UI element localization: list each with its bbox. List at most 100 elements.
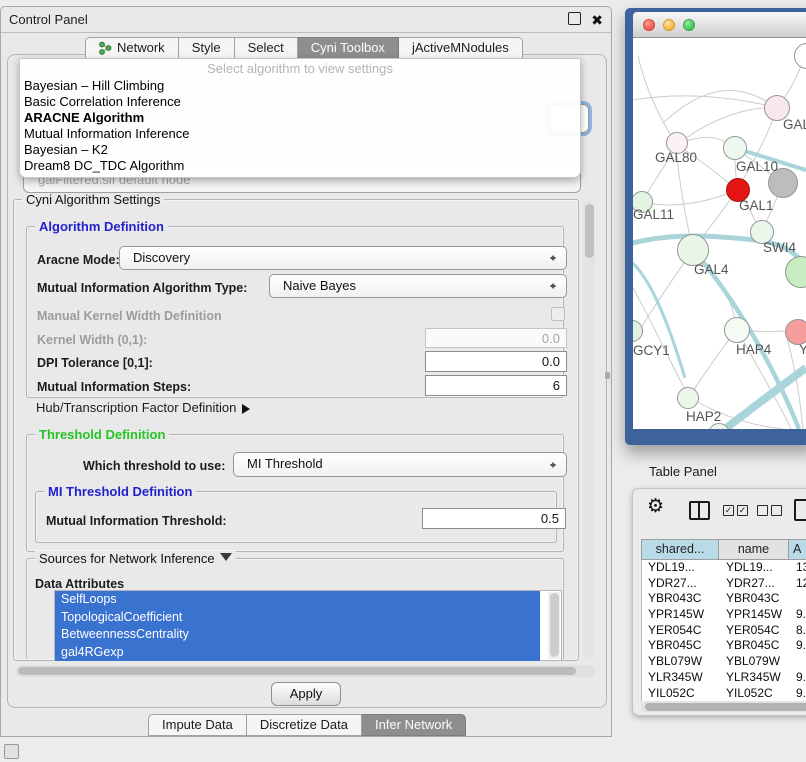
settings-horizontal-scrollbar[interactable] [15,665,595,677]
node-label: GAL80 [655,150,697,165]
cyni-settings-title: Cyni Algorithm Settings [22,192,164,207]
dock-panel-icon[interactable] [4,744,19,759]
gear-icon[interactable]: ⚙ [647,495,664,517]
split-pane-handle[interactable] [605,372,610,379]
algorithm-definition-group: Algorithm Definition Aracne Mode: Discov… [26,226,564,398]
node-label: GAL1 [739,198,774,213]
dropdown-item[interactable]: Bayesian – Hill Climbing [20,78,580,94]
table-horizontal-scrollbar[interactable] [641,701,806,712]
network-canvas[interactable]: GAL GAL80 GAL10 GAL1 GAL11 SWI4 GAL4 HAP… [633,38,806,429]
deselect-all-columns-icon[interactable] [757,505,782,516]
table-panel-window: ⚙ ✓✓ shared... name A YDL19...YDL19...13… [632,488,806,716]
tab-infer-network[interactable]: Infer Network [362,714,466,736]
tab-network[interactable]: Network [85,37,179,59]
node-label: HAP2 [686,409,721,424]
tab-cyni-toolbox[interactable]: Cyni Toolbox [298,37,399,59]
column-selector-icon[interactable] [689,501,710,520]
node-label: GAL11 [633,207,674,222]
threshold-definition-title: Threshold Definition [35,427,169,442]
hub-definition-toggle[interactable]: Hub/Transcription Factor Definition [36,400,255,415]
table-row[interactable]: YIL052CYIL052C9. [642,686,806,702]
collapse-right-icon [242,404,255,414]
apply-button[interactable]: Apply [271,682,341,706]
attribute-item-selected[interactable]: BetweennessCentrality [55,626,540,644]
float-window-icon[interactable] [568,12,581,25]
control-panel-window: Control Panel ✖ Network Style Select Cyn… [0,6,612,737]
network-icon [99,41,112,55]
collapse-down-icon [220,553,232,567]
control-panel-titlebar: Control Panel ✖ [1,7,611,33]
table-row[interactable]: YBR045CYBR045C9. [642,638,806,654]
control-panel-tabstrip: Network Style Select Cyni Toolbox jActiv… [85,37,523,59]
network-node-HAP2[interactable] [677,387,699,409]
table-row[interactable]: YBL079WYBL079W [642,654,806,670]
table-row[interactable]: YDR27...YDR27...12 [642,576,806,592]
tab-impute-data[interactable]: Impute Data [148,714,247,736]
table-panel-title: Table Panel [649,464,717,479]
node-table: shared... name A YDL19...YDL19...13 YDR2… [641,539,806,701]
combo-stepper-icon [550,252,557,264]
data-attributes-label: Data Attributes [35,577,124,591]
bottom-tabstrip: Impute Data Discretize Data Infer Networ… [148,714,466,736]
mac-zoom-icon[interactable] [683,19,695,31]
close-icon[interactable]: ✖ [591,8,603,32]
dropdown-item[interactable]: Dream8 DC_TDC Algorithm [20,158,580,174]
network-node-GAL10[interactable] [723,136,747,160]
attribute-item-selected[interactable]: SelfLoops [55,591,540,609]
column-header-partial[interactable]: A [789,539,806,560]
attribute-item-selected[interactable]: gal4RGexp [55,644,540,662]
table-body: YDL19...YDL19...13 YDR27...YDR27...12 YB… [641,560,806,701]
dropdown-item[interactable]: Bayesian – K2 [20,142,580,158]
dropdown-item[interactable]: Basic Correlation Inference [20,94,580,110]
manual-kernel-width-checkbox[interactable] [551,307,565,321]
table-row[interactable]: YLR345WYLR345W9. [642,670,806,686]
kernel-width-field[interactable]: 0.0 [425,328,567,348]
mi-threshold-label: Mutual Information Threshold: [46,514,227,528]
attribute-list-scrollbar[interactable] [548,592,560,659]
mi-algorithm-type-combobox[interactable]: Naive Bayes [269,274,567,298]
network-window-titlebar[interactable] [633,12,806,38]
kernel-width-label: Kernel Width (0,1): [37,333,147,347]
algorithm-dropdown-popup: Select algorithm to view settings Bayesi… [19,58,581,178]
algorithm-definition-title: Algorithm Definition [35,219,168,234]
node-label: GAL [783,117,806,132]
sources-title[interactable]: Sources for Network Inference [35,551,236,567]
desktop: Control Panel ✖ Network Style Select Cyn… [0,0,806,762]
mi-steps-field[interactable]: 6 [425,375,567,396]
node-label: SWI4 [763,240,796,255]
settings-vertical-scrollbar[interactable] [583,201,595,659]
network-node-HAP4[interactable] [724,317,750,343]
mi-threshold-field[interactable]: 0.5 [422,508,566,529]
tab-style[interactable]: Style [179,37,235,59]
combo-stepper-icon [550,459,557,471]
which-threshold-label: Which threshold to use: [83,459,225,473]
table-row[interactable]: YER054CYER054C8. [642,623,806,639]
cyni-algorithm-settings-group: Cyni Algorithm Settings Algorithm Defini… [13,199,579,661]
manual-kernel-width-label: Manual Kernel Width Definition [37,309,222,323]
column-header-name[interactable]: name [719,539,789,560]
dropdown-item-highlighted[interactable]: ARACNE Algorithm [20,110,580,126]
aracne-mode-combobox[interactable]: Discovery [119,246,567,270]
dpi-tolerance-field[interactable]: 0.0 [425,351,567,372]
mac-minimize-icon[interactable] [663,19,675,31]
tab-jactivemnodules[interactable]: jActiveMNodules [399,37,523,59]
dropdown-item[interactable]: Mutual Information Inference [20,126,580,142]
table-row[interactable]: YPR145WYPR145W9. [642,607,806,623]
export-table-icon[interactable] [794,499,806,521]
aracne-mode-label: Aracne Mode: [37,253,120,267]
mac-close-icon[interactable] [643,19,655,31]
node-label: GCY1 [633,343,670,358]
tab-discretize-data[interactable]: Discretize Data [247,714,362,736]
mi-steps-label: Mutual Information Steps: [37,380,191,394]
tab-select[interactable]: Select [235,37,298,59]
mi-threshold-title: MI Threshold Definition [44,484,196,499]
select-all-columns-icon[interactable]: ✓✓ [723,505,748,516]
which-threshold-combobox[interactable]: MI Threshold [233,452,567,477]
table-row[interactable]: YBR043CYBR043C [642,591,806,607]
column-header-shared-name[interactable]: shared... [641,539,719,560]
node-label: GAL10 [736,159,778,174]
attribute-item-selected[interactable]: TopologicalCoefficient [55,609,540,627]
table-row[interactable]: YDL19...YDL19...13 [642,560,806,576]
dpi-tolerance-label: DPI Tolerance [0,1]: [37,356,153,370]
node-label: Y [799,342,806,357]
